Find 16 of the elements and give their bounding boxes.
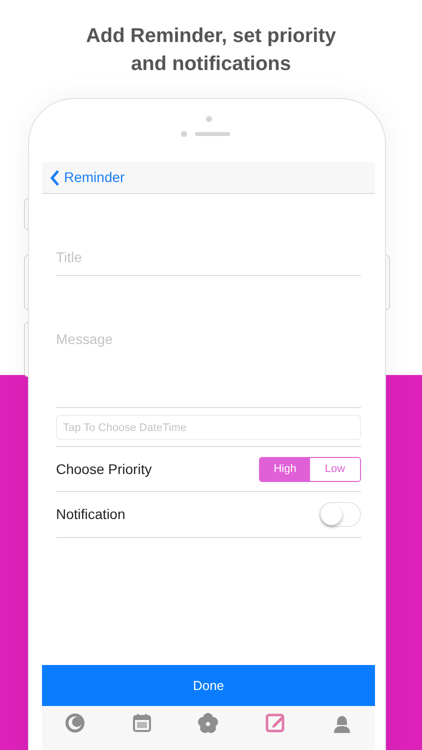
flower-icon[interactable] — [197, 712, 220, 734]
notification-label: Notification — [56, 505, 126, 524]
notification-toggle[interactable] — [319, 502, 361, 527]
headline: Add Reminder, set priority and notifications — [84, 24, 338, 77]
priority-option[interactable]: High — [260, 458, 310, 480]
message-field[interactable]: Message — [56, 320, 361, 408]
back-button[interactable]: Reminder — [50, 167, 125, 188]
calendar-icon[interactable] — [130, 712, 153, 734]
done-button[interactable]: Done — [42, 665, 375, 706]
edit-icon[interactable] — [264, 712, 286, 734]
priority-label: Choose Priority — [56, 460, 152, 479]
title-field[interactable]: Title — [56, 238, 361, 276]
datetime-field[interactable]: Tap To Choose DateTime — [56, 415, 361, 440]
ring-icon[interactable] — [64, 712, 86, 734]
speaker-icon — [180, 115, 230, 139]
chevron-left-icon — [50, 170, 60, 186]
